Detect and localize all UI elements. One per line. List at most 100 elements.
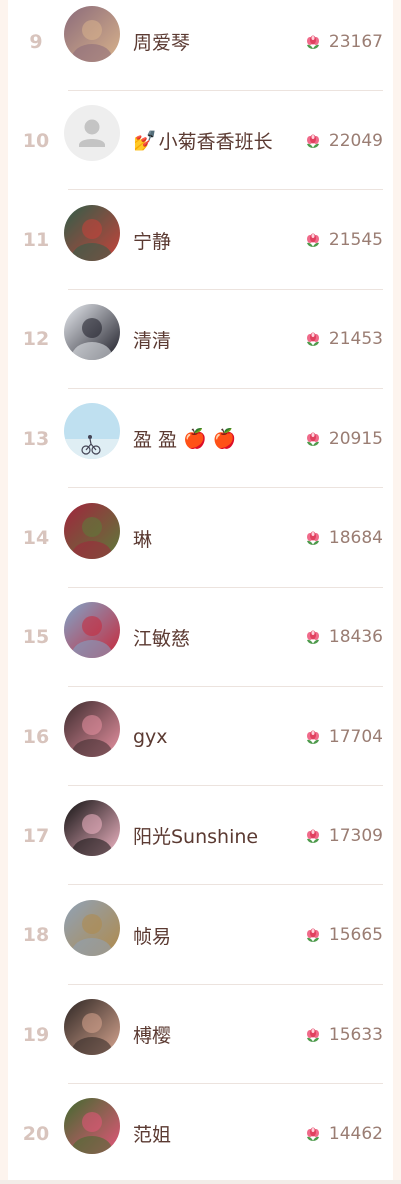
score: 22049 [305,91,383,190]
user-name: 清清 [133,290,171,389]
rank-number: 10 [22,129,50,152]
pink-flower-icon [306,1028,319,1042]
rank-number: 16 [22,725,50,748]
user-name: gyx [133,687,168,786]
list-bottom-edge [0,1180,401,1184]
ranking-row[interactable]: 11 宁静 21545 [8,191,393,290]
pink-flower-icon [306,332,319,347]
user-name-text: 阳光Sunshine [133,826,259,849]
user-name-text: 江敏慈 [133,627,191,650]
rank-number: 11 [22,229,50,252]
apple-emoji: 🍎 [212,428,237,451]
user-avatar[interactable] [64,6,120,62]
ranking-row[interactable]: 15 江敏慈 18436 [8,588,393,687]
rank-number: 12 [22,328,50,351]
score: 18436 [305,588,383,687]
ranking-list: 9 周爱琴 23167 10 💅 小菊香香班长 22049 11 宁静 2154… [8,0,393,1180]
score-value: 15633 [328,1024,383,1045]
user-name-text: 范姐 [133,1124,172,1147]
user-avatar[interactable] [64,999,120,1055]
score: 23167 [305,0,383,91]
pink-flower-icon [306,1127,319,1141]
score: 17309 [305,786,383,885]
user-name: 💅 小菊香香班长 [133,91,273,190]
user-avatar[interactable] [64,701,120,758]
user-name: 阳光Sunshine [133,786,258,885]
score-value: 14462 [328,1123,383,1144]
score-value: 17309 [328,825,383,846]
ranking-row[interactable]: 18 帧易 15665 [8,886,393,985]
ranking-row[interactable]: 12 清清 21453 [8,290,393,389]
score: 14462 [305,1084,383,1183]
rank-number: 9 [29,30,43,53]
rank-number: 15 [22,626,50,649]
ranking-row[interactable]: 14 琳 18684 [8,489,393,588]
score: 15633 [305,985,383,1084]
score-value: 20915 [328,428,383,449]
pink-flower-icon [306,829,319,843]
score-value: 22049 [328,130,383,151]
user-name-text: 周爱琴 [133,32,191,54]
score-value: 17704 [328,726,383,747]
apple-emoji: 🍎 [183,428,207,451]
user-avatar[interactable] [64,105,120,162]
nail-polish-emoji: 💅 [133,130,157,153]
pink-flower-icon [306,233,319,248]
pink-flower-icon [306,432,319,446]
rank-number: 13 [22,427,50,450]
score: 21453 [305,290,383,389]
user-name: 盈 盈 🍎 🍎 [133,389,236,488]
score-value: 18684 [328,528,383,548]
pink-flower-icon [306,134,319,148]
user-avatar[interactable] [64,204,120,261]
pink-flower-icon [306,928,319,943]
pink-flower-icon [306,630,319,645]
score-value: 15665 [328,925,383,946]
score-value: 21545 [328,230,383,251]
user-avatar[interactable] [64,601,120,658]
rank-number: 18 [22,924,50,947]
user-name-text: 清清 [133,329,172,352]
ranking-row[interactable]: 9 周爱琴 23167 [8,0,393,91]
user-name: 周爱琴 [133,0,190,91]
user-avatar[interactable] [64,899,120,956]
rank-number: 20 [22,1122,50,1145]
user-avatar[interactable] [64,800,120,857]
user-name-text: 琳 [133,528,153,551]
user-avatar[interactable] [64,502,120,559]
rank-number: 17 [22,824,50,847]
user-name: 宁静 [133,191,171,290]
pink-flower-icon [306,531,319,545]
user-name: 帧易 [133,886,171,985]
user-avatar[interactable] [64,403,120,460]
score-value: 18436 [328,627,383,648]
user-name-text: 盈 盈 [133,429,178,452]
user-name-text: 小菊香香班长 [158,131,273,154]
ranking-row[interactable]: 19 榑樱 15633 [8,985,393,1084]
pink-flower-icon [306,35,319,49]
ranking-row[interactable]: 10 💅 小菊香香班长 22049 [8,91,393,191]
score: 20915 [305,389,383,488]
ranking-row[interactable]: 20 范姐 14462 [8,1084,393,1183]
user-name: 江敏慈 [133,588,190,687]
rank-number: 19 [22,1023,50,1046]
user-name-text: 榑樱 [133,1025,172,1047]
user-name-text: 宁静 [133,230,172,253]
user-avatar[interactable] [64,1098,120,1155]
user-name: 范姐 [133,1084,171,1183]
rank-number: 14 [22,527,50,549]
user-name: 榑樱 [133,985,171,1084]
ranking-row[interactable]: 16 gyx 17704 [8,687,393,787]
score: 15665 [305,886,383,985]
user-name-text: gyx [133,725,168,748]
score: 18684 [305,489,383,588]
score-value: 23167 [328,31,383,52]
user-avatar[interactable] [64,303,120,360]
score: 21545 [305,191,383,290]
ranking-row[interactable]: 13 盈 盈 🍎 🍎 20915 [8,389,393,489]
score: 17704 [305,687,383,786]
score-value: 21453 [328,329,383,350]
user-name-text: 帧易 [133,925,172,948]
ranking-row[interactable]: 17 阳光Sunshine 17309 [8,786,393,886]
user-name: 琳 [133,489,152,588]
